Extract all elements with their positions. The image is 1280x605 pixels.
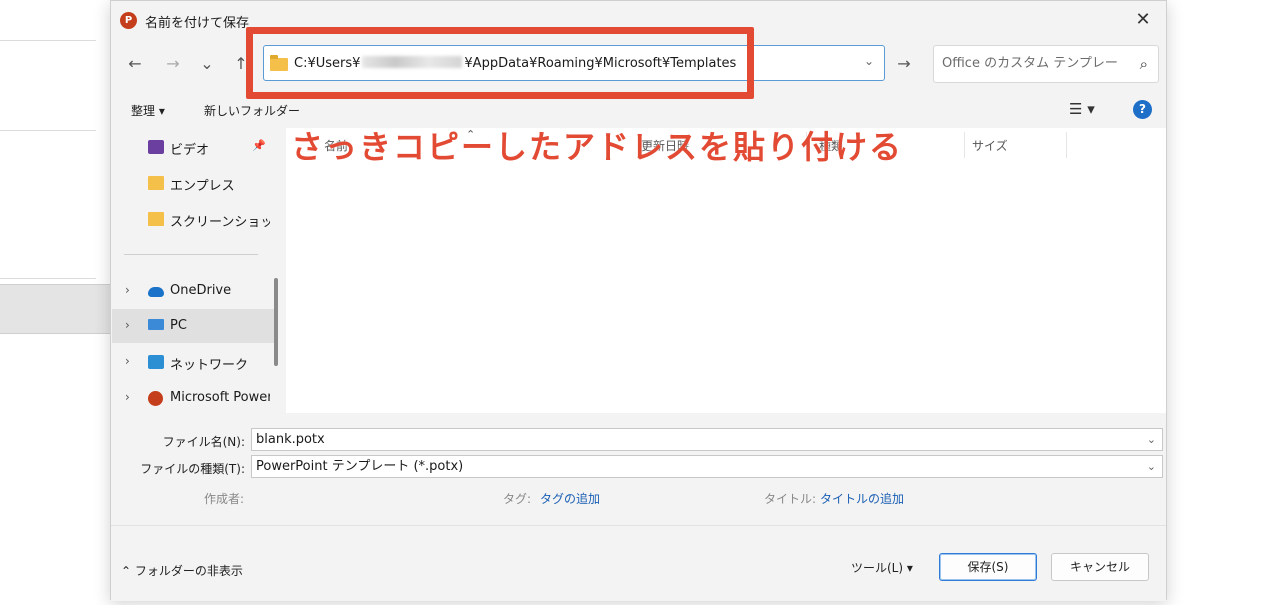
author-label: 作成者: — [204, 492, 245, 506]
network-icon — [148, 355, 164, 369]
new-folder-button[interactable]: 新しいフォルダー — [204, 102, 300, 119]
background-divider — [0, 278, 96, 279]
powerpoint-icon — [148, 391, 163, 406]
powerpoint-app-icon: P — [120, 12, 137, 29]
column-divider[interactable] — [1066, 132, 1067, 158]
navigation-bar: ← → ⌄ ↑ C:¥Users¥ ¥AppData¥Roaming¥Micros… — [111, 43, 1166, 85]
pc-icon — [148, 319, 164, 330]
sidebar-item-label: ネットワーク — [170, 358, 249, 373]
dialog-footer: ⌃ フォルダーの非表示 ツール(L) ▾ 保存(S) キャンセル — [111, 525, 1166, 601]
sidebar-item-onedrive[interactable]: › OneDrive — [112, 274, 276, 308]
go-arrow-icon[interactable]: → — [891, 52, 917, 76]
column-divider[interactable] — [964, 132, 965, 158]
up-arrow-icon[interactable]: ↑ — [229, 52, 253, 76]
cancel-button[interactable]: キャンセル — [1051, 553, 1149, 581]
add-tags-link[interactable]: タグの追加 — [540, 490, 600, 507]
chevron-down-icon[interactable]: ⌄ — [1147, 429, 1156, 450]
cloud-icon — [148, 287, 164, 297]
folder-icon — [270, 55, 288, 71]
hide-folders-button[interactable]: ⌃ フォルダーの非表示 — [121, 562, 243, 579]
sidebar-scrollbar[interactable] — [274, 278, 278, 366]
chevron-right-icon[interactable]: › — [125, 283, 130, 297]
background-divider — [0, 130, 96, 131]
filename-value[interactable]: blank.potx — [256, 432, 325, 447]
title-bar: P 名前を付けて保存 ✕ — [111, 1, 1166, 41]
chevron-right-icon[interactable]: › — [125, 318, 130, 332]
save-as-dialog: P 名前を付けて保存 ✕ ← → ⌄ ↑ C:¥Users¥ ¥AppData¥R… — [110, 0, 1167, 601]
redacted-username — [362, 56, 463, 68]
sidebar-item-label: Microsoft Power — [170, 390, 270, 405]
sidebar-divider — [124, 254, 258, 255]
pin-icon: 📌 — [252, 139, 266, 152]
video-icon — [148, 140, 164, 154]
chevron-down-icon[interactable]: ⌄ — [1147, 456, 1156, 477]
sidebar-item-screenshots[interactable]: スクリーンショット — [112, 202, 276, 236]
save-button[interactable]: 保存(S) — [939, 553, 1037, 581]
search-box[interactable]: ⌕ — [933, 45, 1159, 83]
filename-field[interactable]: blank.potx ⌄ — [251, 428, 1163, 451]
column-header-size[interactable]: サイズ — [972, 137, 1008, 154]
folder-icon — [148, 212, 164, 226]
view-options-icon[interactable]: ☰ ▾ — [1069, 100, 1095, 118]
navigation-pane: ビデオ 📌 エンプレス スクリーンショット › OneDrive › PC › … — [112, 128, 278, 415]
chevron-right-icon[interactable]: › — [125, 390, 130, 404]
filetype-select[interactable]: PowerPoint テンプレート (*.potx) ⌄ — [251, 455, 1163, 478]
chevron-down-icon[interactable]: ⌄ — [864, 54, 874, 68]
sidebar-item-videos[interactable]: ビデオ 📌 — [112, 130, 276, 164]
filename-label: ファイル名(N): — [162, 435, 245, 449]
sidebar-item-label: スクリーンショット — [170, 215, 270, 230]
tools-menu[interactable]: ツール(L) ▾ — [851, 559, 913, 576]
forward-arrow-icon[interactable]: → — [161, 52, 185, 76]
sidebar-item-pc[interactable]: › PC — [112, 309, 276, 343]
back-arrow-icon[interactable]: ← — [123, 52, 147, 76]
title-label: タイトル: — [764, 492, 817, 506]
dialog-title: 名前を付けて保存 — [145, 16, 250, 31]
address-path[interactable]: C:¥Users¥ ¥AppData¥Roaming¥Microsoft¥Temp… — [294, 56, 736, 71]
sidebar-item-empress[interactable]: エンプレス — [112, 166, 276, 200]
close-icon[interactable]: ✕ — [1130, 7, 1156, 33]
search-icon[interactable]: ⌕ — [1140, 55, 1148, 73]
background-selected-row — [0, 284, 112, 334]
sidebar-item-label: エンプレス — [170, 179, 235, 194]
sidebar-item-label: PC — [170, 318, 187, 333]
sidebar-item-network[interactable]: › ネットワーク — [112, 345, 276, 379]
background-divider — [0, 40, 96, 41]
annotation-instruction: さっきコピーしたアドレスを貼り付ける — [291, 128, 904, 166]
organize-menu[interactable]: 整理 ▾ — [131, 102, 165, 119]
tags-label: タグ: — [503, 492, 532, 506]
add-title-link[interactable]: タイトルの追加 — [820, 490, 904, 507]
filetype-value[interactable]: PowerPoint テンプレート (*.potx) — [256, 459, 463, 474]
recent-locations-chevron-icon[interactable]: ⌄ — [195, 52, 219, 76]
file-list[interactable]: 名前 ⌃ 更新日時 種類 サイズ — [286, 128, 1166, 413]
address-bar[interactable]: C:¥Users¥ ¥AppData¥Roaming¥Microsoft¥Temp… — [263, 45, 885, 81]
filetype-label: ファイルの種類(T): — [140, 462, 245, 476]
help-icon[interactable]: ? — [1133, 100, 1152, 119]
sidebar-item-microsoft-powerpoint[interactable]: › Microsoft Power — [112, 381, 276, 415]
folder-icon — [148, 176, 164, 190]
search-input[interactable] — [942, 56, 1122, 71]
sidebar-item-label: OneDrive — [170, 283, 232, 298]
save-form: ファイル名(N): blank.potx ⌄ ファイルの種類(T): Power… — [111, 413, 1166, 525]
chevron-right-icon[interactable]: › — [125, 354, 130, 368]
